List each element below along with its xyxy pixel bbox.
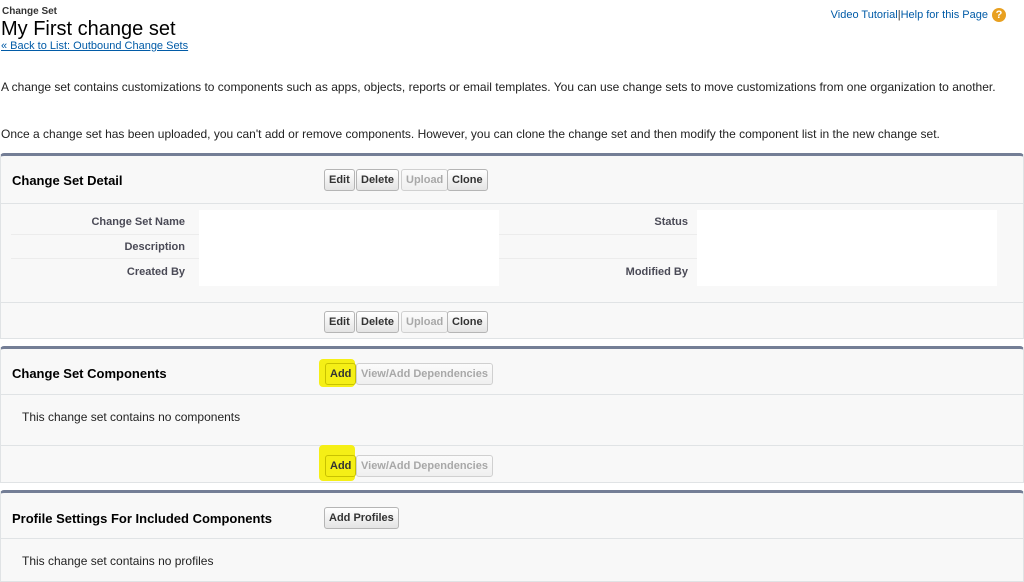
detail-panel-title: Change Set Detail [12,173,123,188]
profile-settings-panel: Profile Settings For Included Components… [0,490,1024,582]
modified-by-label: Modified By [625,266,688,278]
upload-button-bottom[interactable]: Upload [401,311,449,333]
profiles-panel-title: Profile Settings For Included Components [12,511,273,526]
clone-button[interactable]: Clone [447,169,488,191]
edit-button-bottom[interactable]: Edit [324,311,355,333]
change-set-name-label: Change Set Name [91,216,185,228]
profiles-panel-header: Profile Settings For Included Components… [1,493,1023,539]
detail-footer-divider [1,302,1023,303]
page-title: My First change set [1,18,176,40]
upload-button[interactable]: Upload [401,169,449,191]
view-add-dependencies-button-bottom[interactable]: View/Add Dependencies [356,455,493,477]
components-panel-title: Change Set Components [12,366,167,381]
add-button-bottom[interactable]: Add [325,455,357,477]
intro-paragraph-2: Once a change set has been uploaded, you… [1,127,940,141]
view-add-dependencies-button[interactable]: View/Add Dependencies [356,363,493,385]
back-to-list-link[interactable]: « Back to List: Outbound Change Sets [1,40,188,52]
delete-button-bottom[interactable]: Delete [356,311,400,333]
clone-button-bottom[interactable]: Clone [447,311,488,333]
help-for-page-link[interactable]: Help for this Page [901,9,988,21]
description-label: Description [124,241,185,253]
created-by-label: Created By [126,266,185,278]
intro-paragraph-1: A change set contains customizations to … [1,80,996,94]
edit-button[interactable]: Edit [324,169,355,191]
video-tutorial-link[interactable]: Video Tutorial [831,9,898,21]
detail-panel-header: Change Set Detail Edit Delete Upload Clo… [1,156,1023,204]
page-type-label: Change Set [2,6,58,17]
components-panel-header: Change Set Components Add View/Add Depen… [1,349,1023,395]
detail-values-right [697,210,997,286]
help-icon[interactable]: ? [992,8,1006,22]
add-profiles-button[interactable]: Add Profiles [324,507,399,529]
page-header: Change Set My First change set « Back to… [0,0,1024,60]
change-set-detail-panel: Change Set Detail Edit Delete Upload Clo… [0,153,1024,339]
detail-values-left [199,210,499,286]
no-profiles-message: This change set contains no profiles [22,554,214,568]
no-components-message: This change set contains no components [22,410,241,424]
components-footer-divider [1,445,1023,446]
delete-button[interactable]: Delete [356,169,400,191]
change-set-components-panel: Change Set Components Add View/Add Depen… [0,346,1024,483]
status-label: Status [654,216,688,228]
add-button[interactable]: Add [325,363,357,385]
help-links: Video Tutorial | Help for this Page ? [831,8,1006,22]
